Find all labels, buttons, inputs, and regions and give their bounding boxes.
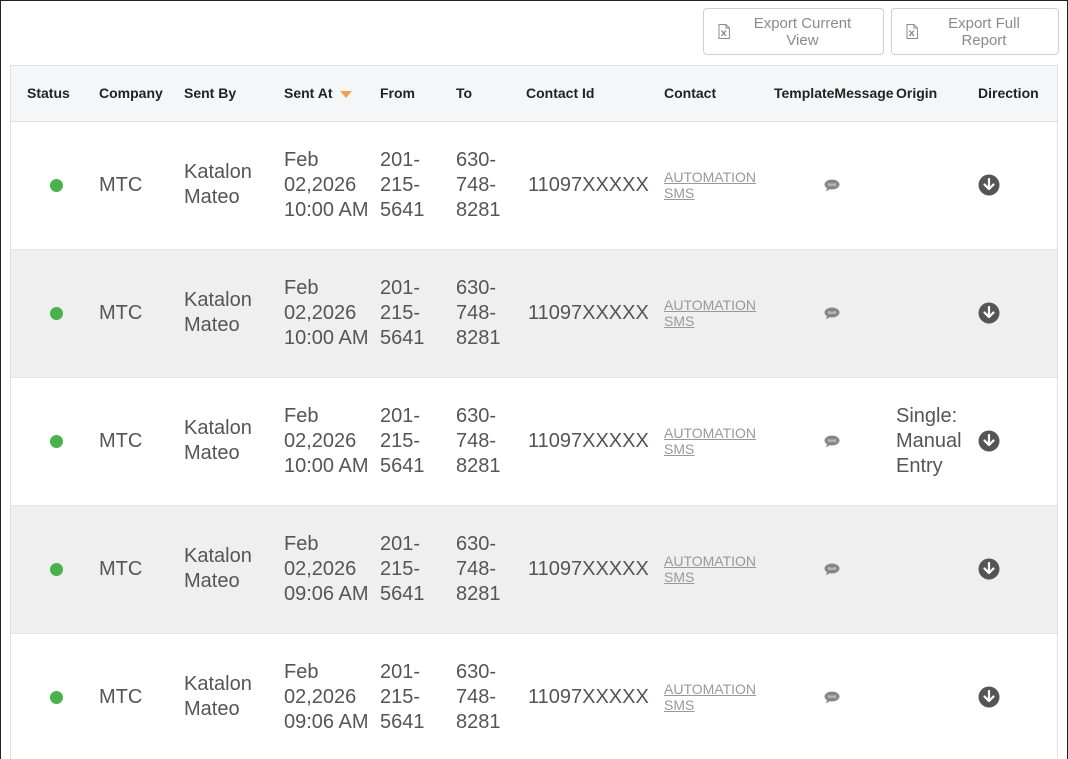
svg-text:SMS: SMS <box>828 310 837 315</box>
sms-bubble-icon[interactable]: SMS <box>824 307 840 320</box>
sent-by-cell: Katalon Mateo <box>184 505 284 634</box>
origin-cell <box>896 633 978 759</box>
table-row: MTC Katalon Mateo Feb 02,2026 09:06 AM 2… <box>11 633 1057 759</box>
column-header-origin[interactable]: Origin <box>896 66 978 122</box>
sms-bubble-icon[interactable]: SMS <box>824 563 840 576</box>
status-dot-icon <box>50 306 63 320</box>
origin-cell <box>896 121 978 250</box>
contact-id-cell: 11097XXXXX <box>526 377 664 506</box>
sent-by-cell: Katalon Mateo <box>184 633 284 759</box>
origin-cell <box>896 505 978 634</box>
to-cell: 630-748-8281 <box>456 633 526 759</box>
to-cell: 630-748-8281 <box>456 121 526 250</box>
from-cell: 201-215-5641 <box>380 377 456 506</box>
arrow-down-circle-icon[interactable] <box>978 430 1000 452</box>
sms-bubble-icon[interactable]: SMS <box>824 435 840 448</box>
svg-text:SMS: SMS <box>828 694 837 699</box>
export-current-view-label: Export Current View <box>753 14 852 49</box>
company-cell: MTC <box>99 121 184 250</box>
sort-desc-icon[interactable] <box>340 91 353 99</box>
contact-link[interactable]: AUTOMATION SMS <box>664 425 774 457</box>
company-cell: MTC <box>99 249 184 378</box>
sent-by-cell: Katalon Mateo <box>184 121 284 250</box>
company-cell: MTC <box>99 633 184 759</box>
column-header-direction[interactable]: Direction <box>978 66 1057 122</box>
contact-id-cell: 11097XXXXX <box>526 633 664 759</box>
messages-table-container: Status Company Sent By Sent At From To C… <box>10 65 1058 759</box>
column-header-contact-id[interactable]: Contact Id <box>526 66 664 122</box>
sent-by-cell: Katalon Mateo <box>184 249 284 378</box>
company-cell: MTC <box>99 377 184 506</box>
arrow-down-circle-icon[interactable] <box>978 174 1000 196</box>
export-toolbar: Export Current View Export Full Report <box>703 8 1059 55</box>
status-dot-icon <box>50 434 63 448</box>
contact-id-cell: 11097XXXXX <box>526 121 664 250</box>
column-header-to[interactable]: To <box>456 66 526 122</box>
column-header-sent-at-label: Sent At <box>284 85 333 102</box>
svg-text:SMS: SMS <box>828 182 837 187</box>
origin-cell: Single: Manual Entry <box>896 377 978 506</box>
column-header-status[interactable]: Status <box>11 66 99 122</box>
sent-at-cell: Feb 02,2026 09:06 AM <box>284 633 380 759</box>
company-cell: MTC <box>99 505 184 634</box>
table-row: MTC Katalon Mateo Feb 02,2026 10:00 AM 2… <box>11 249 1057 378</box>
export-full-report-label: Export Full Report <box>948 14 1020 49</box>
sent-at-cell: Feb 02,2026 10:00 AM <box>284 121 380 250</box>
excel-file-icon <box>906 24 918 39</box>
column-header-company[interactable]: Company <box>99 66 184 122</box>
export-full-report-button[interactable]: Export Full Report <box>891 8 1059 55</box>
contact-link[interactable]: AUTOMATION SMS <box>664 681 774 713</box>
column-header-contact[interactable]: Contact <box>664 66 774 122</box>
contact-link[interactable]: AUTOMATION SMS <box>664 553 774 585</box>
to-cell: 630-748-8281 <box>456 249 526 378</box>
to-cell: 630-748-8281 <box>456 377 526 506</box>
sent-at-cell: Feb 02,2026 10:00 AM <box>284 249 380 378</box>
from-cell: 201-215-5641 <box>380 249 456 378</box>
sent-at-cell: Feb 02,2026 09:06 AM <box>284 505 380 634</box>
arrow-down-circle-icon[interactable] <box>978 558 1000 580</box>
sms-bubble-icon[interactable]: SMS <box>824 179 840 192</box>
from-cell: 201-215-5641 <box>380 633 456 759</box>
export-current-view-button[interactable]: Export Current View <box>703 8 884 55</box>
arrow-down-circle-icon[interactable] <box>978 302 1000 324</box>
contact-link[interactable]: AUTOMATION SMS <box>664 297 774 329</box>
from-cell: 201-215-5641 <box>380 505 456 634</box>
to-cell: 630-748-8281 <box>456 505 526 634</box>
contact-id-cell: 11097XXXXX <box>526 249 664 378</box>
from-cell: 201-215-5641 <box>380 121 456 250</box>
status-dot-icon <box>50 178 63 192</box>
sent-at-cell: Feb 02,2026 10:00 AM <box>284 377 380 506</box>
sms-bubble-icon[interactable]: SMS <box>824 691 840 704</box>
table-row: MTC Katalon Mateo Feb 02,2026 09:06 AM 2… <box>11 505 1057 634</box>
status-dot-icon <box>50 562 63 576</box>
table-header-row: Status Company Sent By Sent At From To C… <box>11 66 1057 122</box>
table-body: MTC Katalon Mateo Feb 02,2026 10:00 AM 2… <box>11 121 1057 759</box>
sent-by-cell: Katalon Mateo <box>184 377 284 506</box>
table-row: MTC Katalon Mateo Feb 02,2026 10:00 AM 2… <box>11 377 1057 506</box>
status-dot-icon <box>50 690 63 704</box>
origin-cell <box>896 249 978 378</box>
messages-table: Status Company Sent By Sent At From To C… <box>11 66 1057 759</box>
svg-text:SMS: SMS <box>828 566 837 571</box>
column-header-template-message[interactable]: TemplateMessage <box>774 66 896 122</box>
arrow-down-circle-icon[interactable] <box>978 686 1000 708</box>
contact-id-cell: 11097XXXXX <box>526 505 664 634</box>
column-header-sent-at[interactable]: Sent At <box>284 66 380 122</box>
contact-link[interactable]: AUTOMATION SMS <box>664 169 774 201</box>
column-header-from[interactable]: From <box>380 66 456 122</box>
table-row: MTC Katalon Mateo Feb 02,2026 10:00 AM 2… <box>11 121 1057 250</box>
excel-file-icon <box>718 24 730 39</box>
svg-text:SMS: SMS <box>828 438 837 443</box>
column-header-sent-by[interactable]: Sent By <box>184 66 284 122</box>
